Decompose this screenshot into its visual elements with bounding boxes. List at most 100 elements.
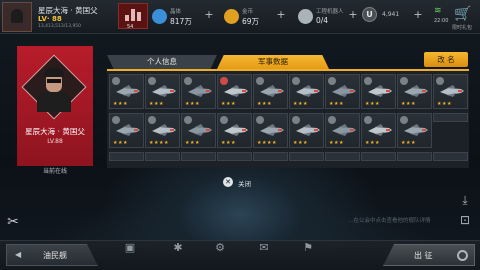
ship-card[interactable]: ★★★	[361, 74, 396, 109]
player-exp: 13,413,513/13,950	[38, 24, 82, 29]
warship-icon	[403, 84, 429, 98]
build-icon[interactable]: ⚙	[212, 241, 228, 255]
resource-value: 817万	[170, 17, 192, 26]
profile-name: 星辰大海 · 黄国父	[25, 127, 85, 136]
warship-icon	[439, 84, 465, 98]
warship-icon	[223, 123, 249, 137]
resource-label: 晶体	[170, 9, 182, 15]
ship-card[interactable]: ★★★	[181, 74, 216, 109]
ship-grid-panel: ★★★ ★★★ ★★★ ★★★ ★★★ ★★★ ★★★ ★★★ ★★★ ★★★ ★★★ ★★★★ ★★★…	[107, 71, 469, 168]
empty-slot	[145, 152, 180, 161]
ship-card[interactable]: ★★★	[145, 74, 180, 109]
warship-icon	[151, 84, 177, 98]
warship-icon	[331, 123, 357, 137]
ship-card[interactable]: ★★★★	[145, 113, 180, 148]
ship-card[interactable]: ★★★	[181, 113, 216, 148]
close-label: 关闭	[238, 180, 251, 188]
resource-engineer: 工程机器人 0/4	[298, 3, 350, 31]
ship-card[interactable]: ★★★	[289, 113, 324, 148]
player-level: LV· 88	[38, 15, 62, 23]
star-rating: ★★★	[185, 101, 200, 107]
rename-button[interactable]: 改 名	[424, 52, 468, 67]
tab-personal-info[interactable]: 个人信息	[107, 55, 217, 69]
player-portrait	[37, 68, 71, 112]
warship-icon	[331, 84, 357, 98]
chevron-left-icon: ◀	[15, 250, 22, 259]
shop-sub-label: 限时礼包	[452, 25, 473, 31]
empty-slot	[433, 152, 468, 161]
add-gold-button[interactable]: +	[275, 9, 287, 21]
warship-icon	[187, 84, 213, 98]
resource-label: 工程机器人	[316, 9, 344, 15]
ship-grid: ★★★ ★★★ ★★★ ★★★ ★★★ ★★★ ★★★ ★★★ ★★★ ★★★ ★★★ ★★★★ ★★★…	[109, 74, 469, 187]
shop-cart-icon[interactable]: 🛒	[452, 4, 474, 24]
close-button[interactable]: ✕ 关闭	[223, 177, 263, 189]
mail-icon[interactable]: ✉	[256, 241, 272, 255]
empty-slot	[361, 152, 396, 161]
ship-card[interactable]: ★★★	[325, 74, 360, 109]
star-rating: ★★★	[365, 101, 380, 107]
empty-slot	[109, 152, 144, 161]
star-rating: ★★★	[149, 101, 164, 107]
mission-icon[interactable]: ⚑	[300, 241, 316, 255]
star-rating: ★★★	[401, 140, 416, 146]
gamepad-icon[interactable]: ⊡	[456, 212, 474, 228]
rank-bars-icon	[125, 9, 143, 21]
gold-icon	[224, 9, 239, 24]
ship-card[interactable]: ★★★	[397, 113, 432, 148]
u-currency-value: 4,941	[382, 11, 400, 18]
star-rating: ★★★	[113, 101, 128, 107]
star-rating: ★★★	[293, 101, 308, 107]
ship-card[interactable]: ★★★	[217, 74, 252, 109]
empty-slot	[181, 152, 216, 161]
empty-slot	[289, 152, 324, 161]
star-rating: ★★★	[437, 101, 452, 107]
empty-slot	[397, 152, 432, 161]
star-rating: ★★★	[365, 140, 380, 146]
ship-card[interactable]: ★★★	[325, 113, 360, 148]
add-engineer-button[interactable]: +	[347, 9, 359, 21]
ship-card[interactable]: ★★★★	[253, 113, 288, 148]
empty-slot	[325, 152, 360, 161]
tools-icon[interactable]: ✂	[4, 213, 22, 231]
empty-slot	[217, 152, 252, 161]
add-crystal-button[interactable]: +	[203, 9, 215, 21]
clock-time: 22:00	[434, 18, 449, 24]
deploy-label: 出 征	[414, 251, 433, 260]
fleet-select-button[interactable]: ◀ 油民舰	[6, 244, 98, 266]
ship-card[interactable]: ★★★	[109, 74, 144, 109]
warship-icon	[403, 123, 429, 137]
warship-icon	[259, 84, 285, 98]
tab-military-data[interactable]: 军事数据	[217, 55, 329, 69]
fuel-icon	[152, 9, 167, 24]
ship-card[interactable]: ★★★	[217, 113, 252, 148]
ship-card[interactable]: ★★★	[433, 74, 468, 109]
star-rating: ★★★	[221, 140, 236, 146]
ship-card[interactable]: ★★★	[289, 74, 324, 109]
empty-slot	[253, 152, 288, 161]
empty-slot	[433, 113, 468, 122]
ship-card[interactable]: ★★★	[361, 113, 396, 148]
warship-icon	[259, 123, 285, 137]
ship-card[interactable]: ★★★	[397, 74, 432, 109]
resource-crystal: 晶体 817万	[152, 3, 202, 31]
fleet-icon[interactable]: ▣	[122, 241, 138, 255]
star-rating: ★★★	[221, 101, 236, 107]
profile-card: 星辰大海 · 黄国父 LV.88	[17, 46, 93, 166]
alliance-icon[interactable]: ✱	[170, 241, 186, 255]
star-rating: ★★★★	[257, 140, 277, 146]
warship-icon	[367, 123, 393, 137]
warship-icon	[115, 123, 141, 137]
deploy-button[interactable]: 出 征	[383, 244, 475, 266]
u-currency-icon: U	[362, 7, 377, 22]
player-avatar[interactable]	[2, 2, 32, 32]
fleet-select-label: 油民舰	[43, 251, 67, 260]
ship-card[interactable]: ★★★	[253, 74, 288, 109]
star-rating: ★★★	[185, 140, 200, 146]
add-u-currency-button[interactable]: +	[412, 9, 424, 21]
ship-card[interactable]: ★★★	[109, 113, 144, 148]
warship-icon	[295, 84, 321, 98]
warship-icon	[223, 84, 249, 98]
star-rating: ★★★	[329, 140, 344, 146]
download-icon[interactable]: ⤓	[456, 192, 474, 208]
